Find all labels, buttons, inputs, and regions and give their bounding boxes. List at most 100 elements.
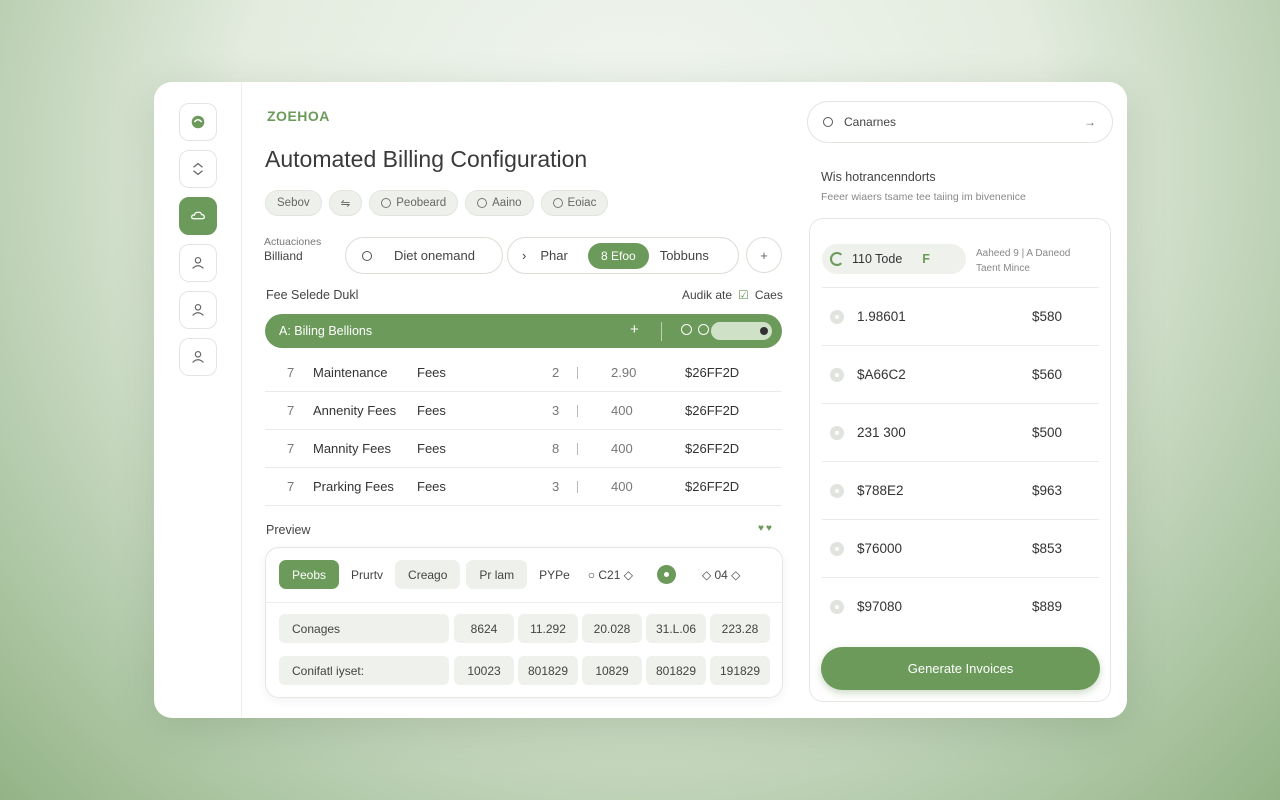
segment-selected[interactable]: 8 Efoo [588, 242, 649, 269]
tab-peobs[interactable]: Peobs [279, 560, 340, 589]
radio-icon[interactable] [830, 541, 844, 556]
cloud-icon[interactable] [179, 197, 217, 235]
invoice-filter[interactable]: 110 Tode F [822, 244, 966, 274]
list-item[interactable]: $76000 $853 [822, 519, 1099, 577]
invoice-amount: $963 [1032, 483, 1063, 498]
bar-icons [681, 324, 709, 335]
chip-adjust[interactable]: ⇋ [328, 190, 363, 216]
search-input[interactable]: Canarnes → [807, 101, 1113, 143]
invoice-amount: $853 [1032, 541, 1063, 556]
segment-tobbuns[interactable]: Tobbuns [660, 248, 709, 263]
radio-icon[interactable] [830, 483, 844, 498]
chip-sebov[interactable]: Sebov [265, 190, 322, 216]
table-row[interactable]: 7 Prarking Fees Fees 3 400 $26FF2D [265, 468, 782, 506]
status-dot-icon[interactable] [656, 565, 676, 584]
chevron-right-icon: › [522, 248, 527, 263]
chip-aaino[interactable]: Aaino [465, 190, 534, 216]
arrow-right-icon[interactable]: → [1084, 115, 1096, 129]
radio-icon[interactable] [830, 599, 844, 614]
invoice-amount: $500 [1032, 425, 1063, 440]
add-button[interactable]: + [746, 237, 782, 273]
radio-icon[interactable] [830, 367, 844, 382]
segment-control: › Phar 8 Efoo Tobbuns [507, 237, 739, 274]
row-number: 7 [287, 403, 295, 418]
chevron-updown-icon[interactable] [179, 150, 217, 188]
chip-peobeard[interactable]: Peobeard [369, 190, 459, 216]
list-item[interactable]: $A66C2 $560 [822, 345, 1099, 403]
tab-prurtv[interactable]: Prurtv [345, 560, 389, 589]
list-item[interactable]: $97080 $889 [822, 577, 1099, 635]
preview-cell[interactable]: 20.028 [582, 614, 642, 643]
checkbox-icon[interactable]: ☑ [738, 288, 749, 302]
user-icon[interactable] [179, 244, 217, 282]
account-icon[interactable] [179, 338, 217, 376]
person-icon[interactable] [179, 291, 217, 329]
billing-bar[interactable]: A: Biling Bellions + [265, 314, 782, 348]
chip-label: Eoiac [567, 197, 597, 209]
tab-prlam[interactable]: Pr lam [466, 560, 528, 589]
fee-qty: 3 [552, 403, 560, 418]
table-row[interactable]: 7 Annenity Fees Fees 3 400 $26FF2D [265, 392, 782, 430]
app-window: ZOEHOA Automated Billing Configuration S… [154, 82, 1127, 718]
preview-cell[interactable]: 11.292 [518, 614, 578, 643]
clock-icon[interactable] [698, 324, 709, 335]
billing-bar-label: A: Biling Bellions [279, 324, 373, 338]
list-item[interactable]: $788E2 $963 [822, 461, 1099, 519]
tab-pype[interactable]: PYPe [533, 560, 576, 589]
tab-creago[interactable]: Creago [395, 560, 461, 589]
preview-cell[interactable]: 191829 [710, 656, 770, 685]
preview-cell[interactable]: 31.L.06 [646, 614, 706, 643]
preview-row-label: Conifatl iyset: [279, 656, 449, 685]
row-number: 7 [287, 479, 295, 494]
preview-grid: Conages 8624 11.292 20.028 31.L.06 223.2… [279, 614, 770, 698]
preview-label: Preview [266, 523, 311, 537]
invoice-note: Aaheed 9 | A Daneod Taent Mince [976, 246, 1070, 276]
app-logo-icon[interactable] [179, 103, 217, 141]
tab-c21[interactable]: ○ C21 ◇ [582, 560, 639, 589]
fee-qty: 2 [552, 365, 560, 380]
fee-table: 7 Maintenance Fees 2 2.90 $26FF2D 7 Anne… [265, 354, 782, 506]
fee-type: Fees [417, 403, 446, 418]
tab-04[interactable]: ◇ 04 ◇ [696, 560, 746, 589]
plus-icon[interactable]: + [630, 321, 639, 338]
audit-label[interactable]: Audik ate [682, 288, 732, 302]
fee-total: $26FF2D [685, 479, 740, 494]
preview-row-label: Conages [279, 614, 449, 643]
selector-label-top: Actuaciones [264, 236, 322, 248]
preview-cell[interactable]: 8624 [454, 614, 514, 643]
billing-toggle[interactable] [711, 322, 772, 340]
fee-name: Prarking Fees [313, 479, 394, 494]
fee-price: 400 [611, 403, 633, 418]
table-row[interactable]: 7 Maintenance Fees 2 2.90 $26FF2D [265, 354, 782, 392]
segment-phar[interactable]: › Phar [522, 248, 588, 263]
flag-icon: F [922, 252, 930, 266]
preview-row: Conages 8624 11.292 20.028 31.L.06 223.2… [279, 614, 770, 643]
filter-chips: Sebov ⇋ Peobeard Aaino Eoiac [265, 190, 609, 216]
divider [577, 481, 578, 493]
diet-dropdown[interactable]: Diet onemand [345, 237, 503, 274]
list-item[interactable]: 1.98601 $580 [822, 287, 1099, 345]
invoice-amount: $889 [1032, 599, 1063, 614]
list-item[interactable]: 231 300 $500 [822, 403, 1099, 461]
generate-invoices-button[interactable]: Generate Invoices [821, 647, 1100, 690]
divider [266, 602, 782, 603]
radio-icon [362, 250, 372, 261]
preview-cell[interactable]: 223.28 [710, 614, 770, 643]
chip-eoiac[interactable]: Eoiac [540, 190, 609, 216]
invoice-id: $A66C2 [857, 367, 906, 382]
invoice-list: 1.98601 $580 $A66C2 $560 231 300 $500 $7… [822, 287, 1099, 635]
fee-qty: 8 [552, 441, 560, 456]
fee-total: $26FF2D [685, 365, 740, 380]
table-row[interactable]: 7 Mannity Fees Fees 8 400 $26FF2D [265, 430, 782, 468]
cases-label[interactable]: Caes [755, 288, 783, 302]
invoice-id: $97080 [857, 599, 903, 614]
chip-label: Aaino [492, 197, 522, 209]
palette-icon[interactable] [681, 324, 692, 335]
preview-cell[interactable]: 801829 [518, 656, 578, 685]
fee-section-actions: Audik ate ☑ Caes [682, 288, 783, 302]
preview-cell[interactable]: 801829 [646, 656, 706, 685]
preview-cell[interactable]: 10829 [582, 656, 642, 685]
preview-cell[interactable]: 10023 [454, 656, 514, 685]
radio-icon[interactable] [830, 309, 844, 324]
radio-icon[interactable] [830, 425, 844, 440]
